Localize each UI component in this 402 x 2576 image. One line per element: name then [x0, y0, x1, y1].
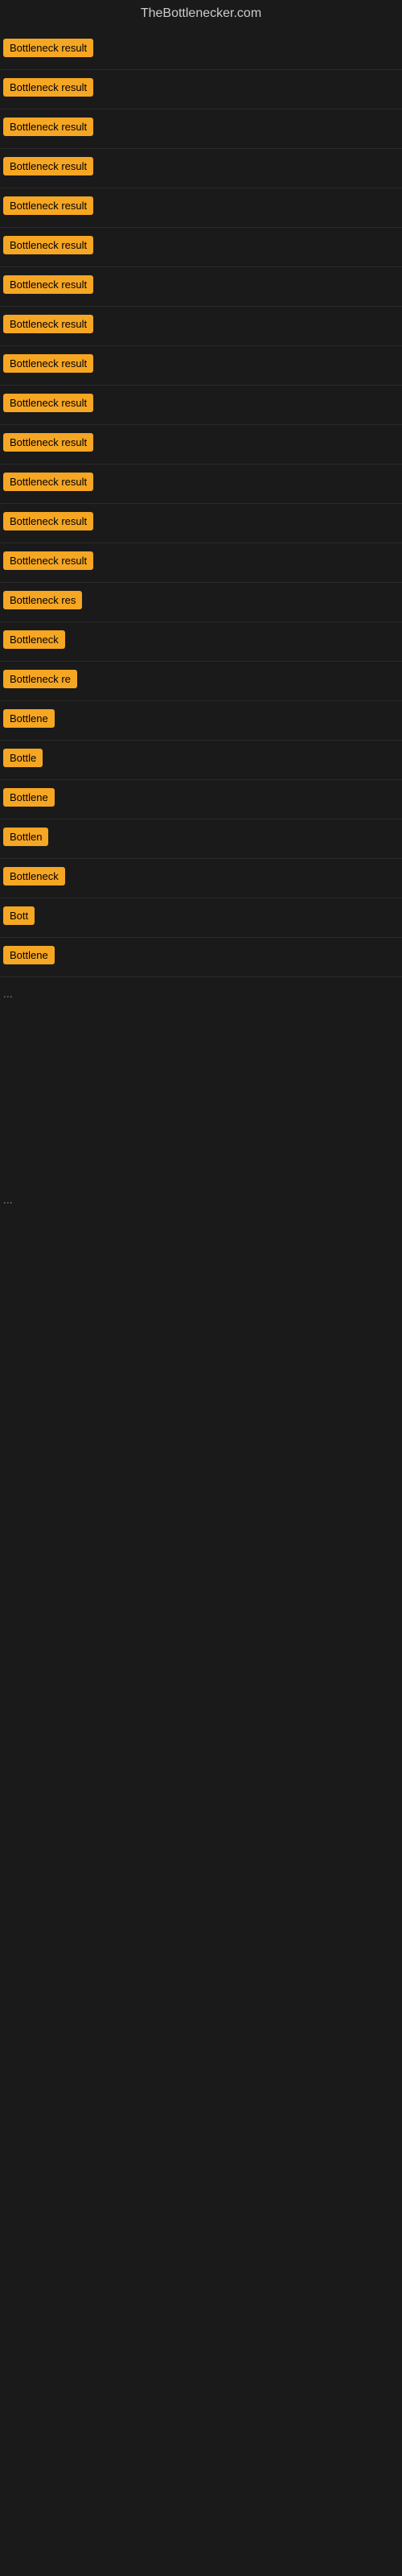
- result-row: Bottleneck result: [0, 504, 402, 543]
- bottleneck-result-badge[interactable]: Bottleneck result: [3, 196, 93, 215]
- results-list: Bottleneck result Bottleneck result Bottle…: [0, 31, 402, 977]
- result-row: Bottleneck result: [0, 149, 402, 188]
- bottleneck-result-badge[interactable]: Bottle: [3, 749, 43, 767]
- result-row: Bottlene: [0, 701, 402, 741]
- bottleneck-result-badge[interactable]: Bottlen: [3, 828, 48, 846]
- result-row: Bottleneck result: [0, 464, 402, 504]
- result-row: Bottleneck result: [0, 386, 402, 425]
- bottleneck-result-badge[interactable]: Bottleneck result: [3, 473, 93, 491]
- result-row: Bottleneck result: [0, 228, 402, 267]
- bottleneck-result-badge[interactable]: Bottleneck: [3, 630, 65, 649]
- result-row: Bottleneck: [0, 622, 402, 662]
- site-title: TheBottlenecker.com: [0, 0, 402, 31]
- result-row: Bottleneck result: [0, 307, 402, 346]
- result-row: Bottleneck result: [0, 346, 402, 386]
- result-row: Bottlene: [0, 780, 402, 819]
- bottleneck-result-badge[interactable]: Bottlene: [3, 946, 55, 964]
- result-row: Bottlen: [0, 819, 402, 859]
- bottleneck-result-badge[interactable]: Bott: [3, 906, 35, 925]
- result-row: Bottleneck result: [0, 109, 402, 149]
- bottleneck-result-badge[interactable]: Bottleneck result: [3, 39, 93, 57]
- bottleneck-result-badge[interactable]: Bottlene: [3, 788, 55, 807]
- bottleneck-result-badge[interactable]: Bottleneck result: [3, 394, 93, 412]
- bottleneck-result-badge[interactable]: Bottleneck result: [3, 551, 93, 570]
- bottleneck-result-badge[interactable]: Bottleneck re: [3, 670, 77, 688]
- result-row: Bottleneck result: [0, 31, 402, 70]
- result-row: Bottleneck result: [0, 70, 402, 109]
- bottleneck-result-badge[interactable]: Bottleneck: [3, 867, 65, 886]
- bottleneck-result-badge[interactable]: Bottlene: [3, 709, 55, 728]
- result-row: Bottleneck re: [0, 662, 402, 701]
- result-row: Bottleneck result: [0, 188, 402, 228]
- ellipsis-section: ...: [0, 977, 402, 1009]
- ellipsis-bottom: ...: [0, 1187, 402, 1212]
- bottleneck-result-badge[interactable]: Bottleneck res: [3, 591, 82, 609]
- bottleneck-result-badge[interactable]: Bottleneck result: [3, 512, 93, 530]
- result-row: Bottlene: [0, 938, 402, 977]
- result-row: Bott: [0, 898, 402, 938]
- bottleneck-result-badge[interactable]: Bottleneck result: [3, 433, 93, 452]
- bottleneck-result-badge[interactable]: Bottleneck result: [3, 78, 93, 97]
- result-row: Bottleneck result: [0, 267, 402, 307]
- bottleneck-result-badge[interactable]: Bottleneck result: [3, 118, 93, 136]
- result-row: Bottleneck: [0, 859, 402, 898]
- result-row: Bottleneck res: [0, 583, 402, 622]
- bottleneck-result-badge[interactable]: Bottleneck result: [3, 275, 93, 294]
- bottleneck-result-badge[interactable]: Bottleneck result: [3, 157, 93, 175]
- bottleneck-result-badge[interactable]: Bottleneck result: [3, 354, 93, 373]
- bottleneck-result-badge[interactable]: Bottleneck result: [3, 315, 93, 333]
- result-row: Bottleneck result: [0, 543, 402, 583]
- bottleneck-result-badge[interactable]: Bottleneck result: [3, 236, 93, 254]
- result-row: Bottleneck result: [0, 425, 402, 464]
- result-row: Bottle: [0, 741, 402, 780]
